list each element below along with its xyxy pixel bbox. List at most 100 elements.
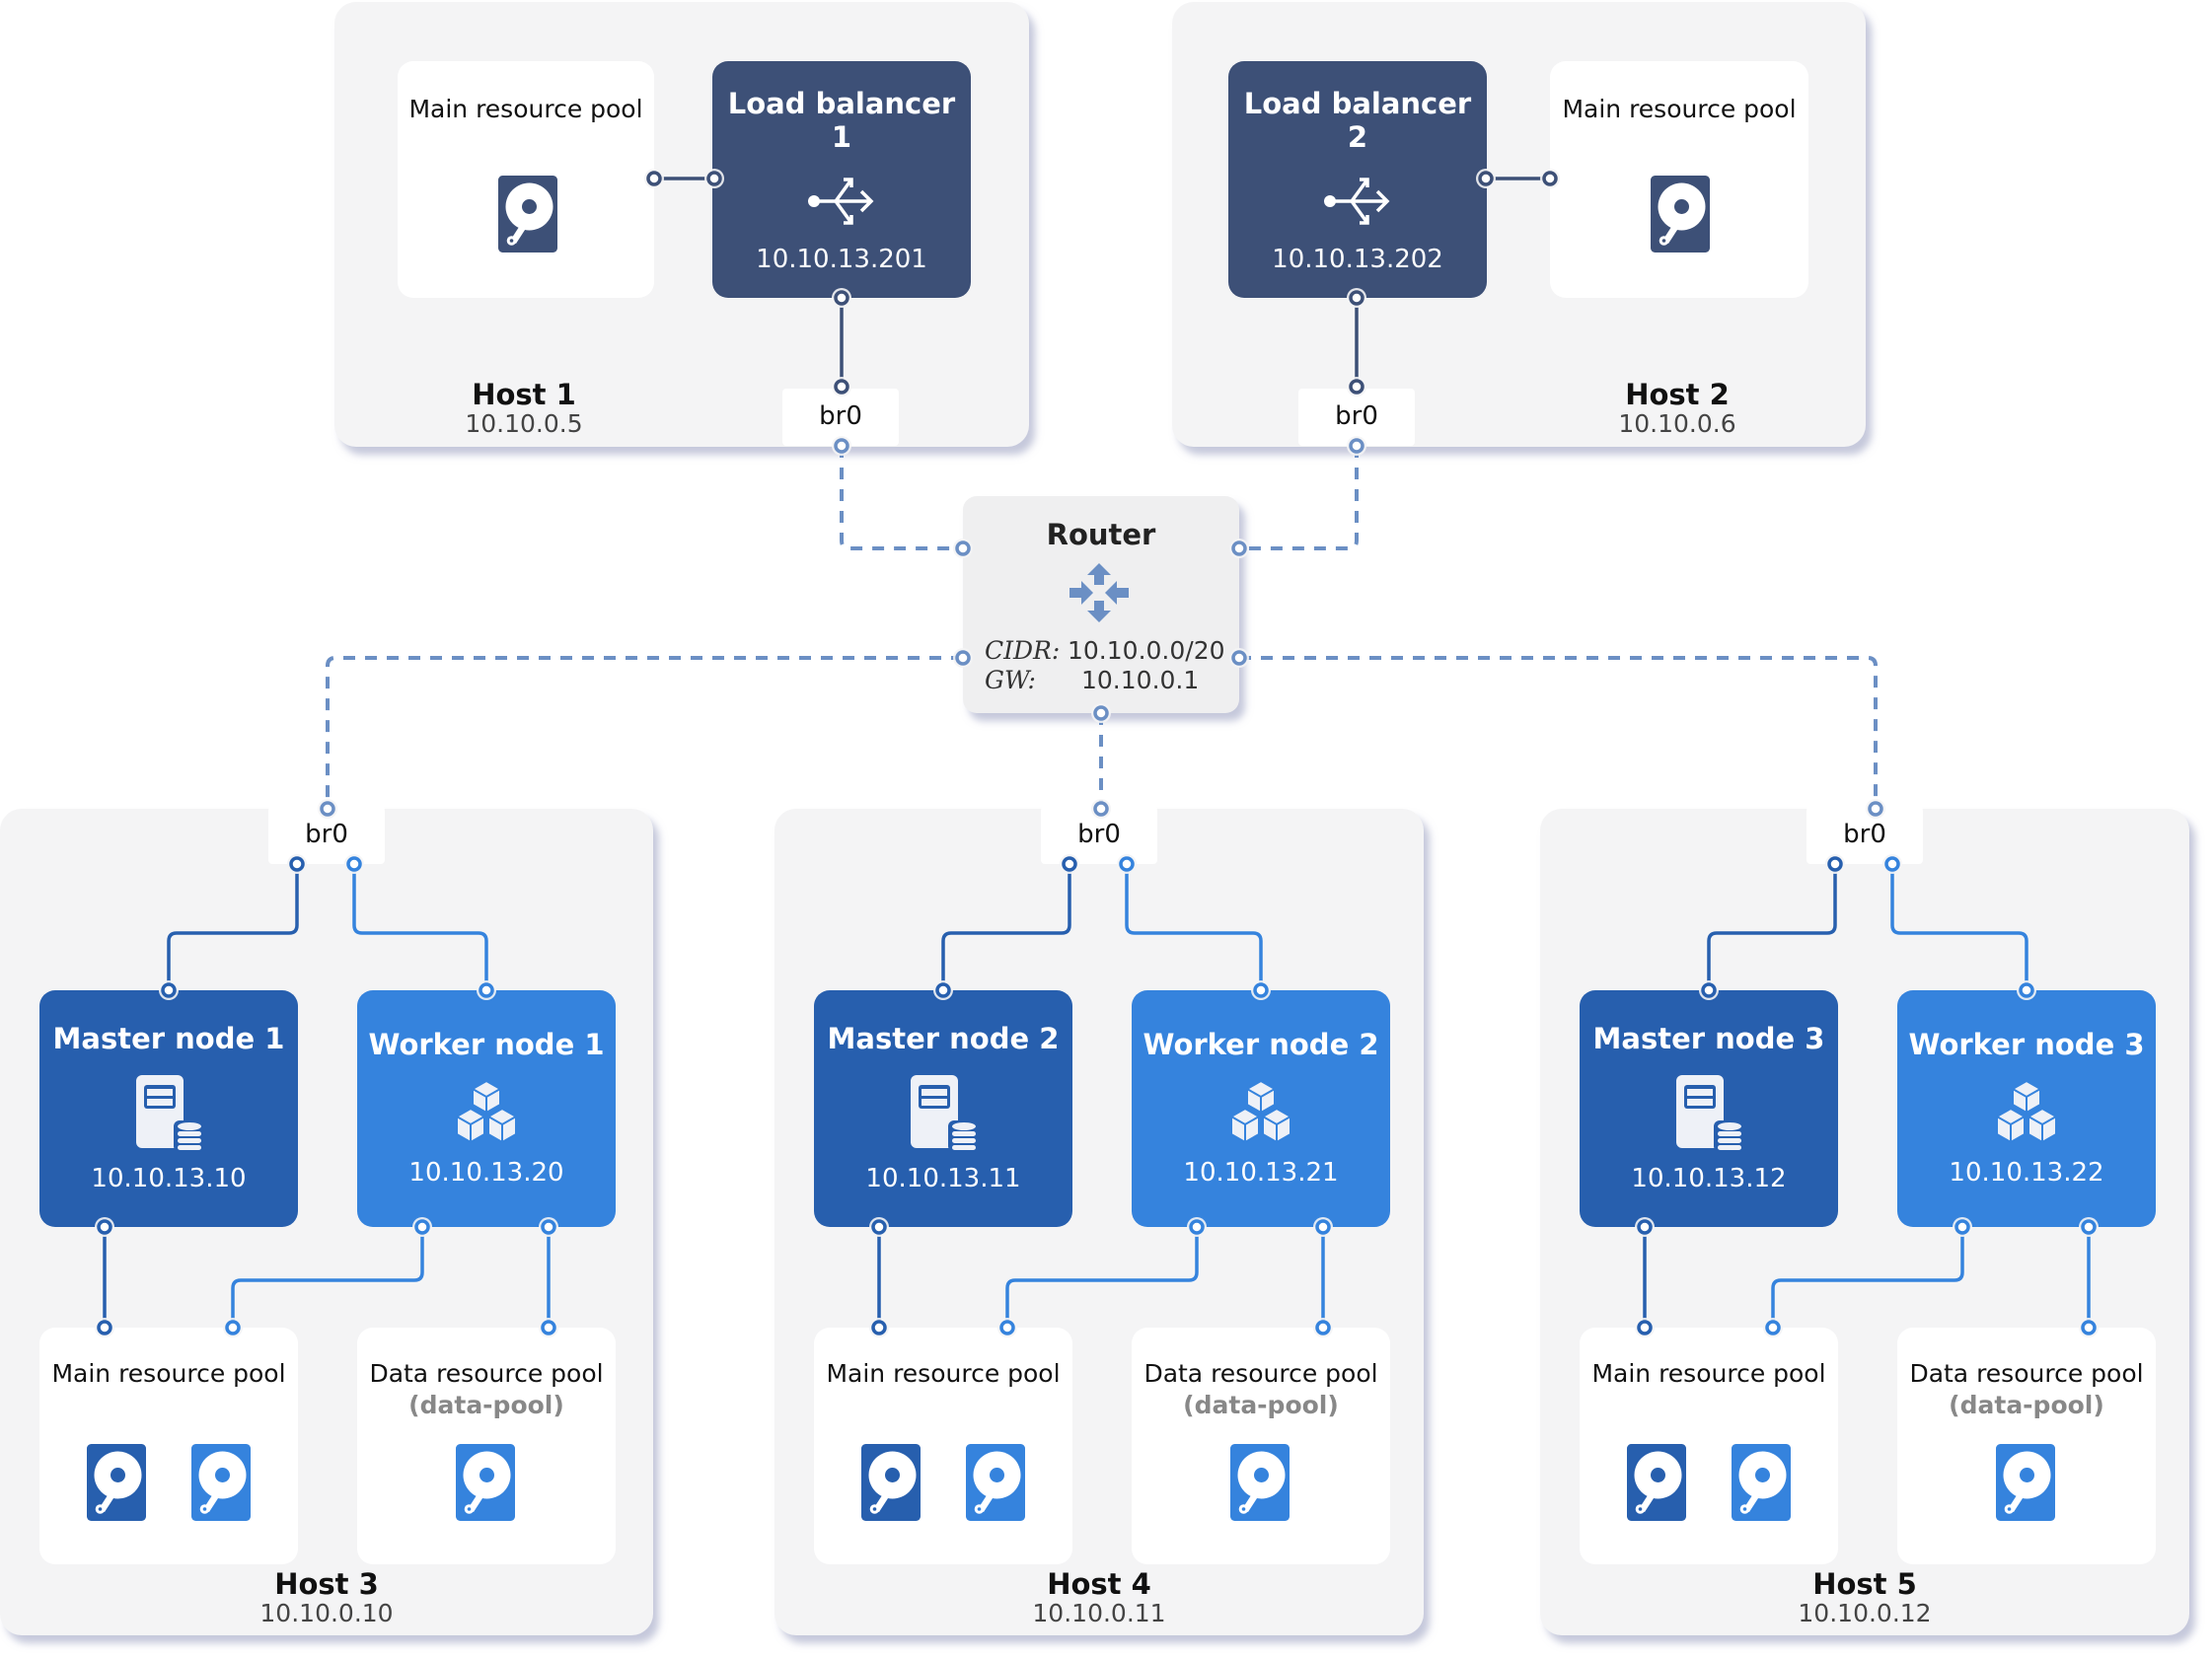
host-2: Load balancer 2 10.10.13.202 Main resour… (1172, 2, 1866, 447)
host-name: Host 3 (274, 1567, 379, 1601)
load-balancer-2[interactable]: Load balancer 2 10.10.13.202 (1228, 61, 1487, 298)
host-ip: 10.10.0.6 (1618, 409, 1736, 438)
hard-disk-icon (1996, 1444, 2055, 1525)
cubes-icon (1989, 1079, 2064, 1148)
hard-disk-icon (861, 1444, 921, 1525)
host-ip: 10.10.0.5 (465, 409, 583, 438)
pool-label: Data resource pool (369, 1359, 604, 1388)
pool-label: Data resource pool (1143, 1359, 1378, 1388)
worker-node[interactable]: Worker node 1 10.10.13.20 (357, 990, 616, 1227)
worker-node-ip: 10.10.13.20 (408, 1158, 564, 1188)
hard-disk-icon (498, 176, 557, 252)
main-resource-pool[interactable]: Main resource pool (1550, 61, 1808, 298)
worker-node[interactable]: Worker node 3 10.10.13.22 (1897, 990, 2156, 1227)
worker-node[interactable]: Worker node 2 10.10.13.21 (1132, 990, 1390, 1227)
router-link-host1 (840, 446, 963, 550)
host-3: br0 Master node 1 10.10.13.10 Worker nod… (0, 807, 653, 1635)
hard-disk-icon (1651, 176, 1710, 252)
hard-disk-icon (191, 1444, 251, 1525)
server-database-icon (1672, 1073, 1745, 1156)
cidr-value: 10.10.0.0/20 (1068, 636, 1225, 665)
router[interactable]: Router CIDR: 10.10.0.0/20 GW: 10.10.0.1 (963, 496, 1239, 713)
master-node-ip: 10.10.13.12 (1631, 1164, 1787, 1193)
master-node[interactable]: Master node 2 10.10.13.11 (814, 990, 1072, 1227)
hard-disk-icon (1627, 1444, 1686, 1525)
host-label: Host 3 10.10.0.10 (208, 1568, 445, 1627)
hard-disk-icon (1230, 1444, 1290, 1525)
bridge-br0[interactable]: br0 (268, 807, 385, 864)
data-resource-pool[interactable]: Data resource pool (data-pool) (357, 1328, 616, 1564)
main-resource-pool[interactable]: Main resource pool (398, 61, 654, 298)
host-label: Host 5 10.10.0.12 (1746, 1568, 1983, 1627)
load-balancer-label: Load balancer (1243, 87, 1472, 120)
pool-label: Main resource pool (51, 1359, 286, 1388)
master-node-ip: 10.10.13.10 (91, 1164, 247, 1193)
load-balancer-number: 1 (831, 120, 852, 154)
cidr-label: CIDR: (985, 636, 1061, 665)
router-link-host5 (1239, 656, 1878, 809)
load-balancer-label: Load balancer (727, 87, 956, 120)
worker-node-label: Worker node 2 (1143, 1028, 1379, 1061)
worker-node-label: Worker node 1 (368, 1028, 605, 1061)
bridge-br0[interactable]: br0 (1806, 807, 1923, 864)
host-name: Host 5 (1812, 1567, 1917, 1601)
server-database-icon (907, 1073, 980, 1156)
host-label: Host 4 10.10.0.11 (981, 1568, 1217, 1627)
router-link-host2 (1239, 446, 1359, 550)
worker-node-label: Worker node 3 (1908, 1028, 2145, 1061)
pool-sublabel: (data-pool) (1183, 1391, 1339, 1419)
host-1: Main resource pool Load balancer 1 10.10… (334, 2, 1029, 447)
cubes-icon (449, 1079, 524, 1148)
host-name: Host 1 (472, 378, 576, 411)
host-ip: 10.10.0.10 (259, 1599, 394, 1627)
data-resource-pool[interactable]: Data resource pool (data-pool) (1132, 1328, 1390, 1564)
bridge-br0[interactable]: br0 (1298, 389, 1415, 446)
hard-disk-icon (87, 1444, 146, 1525)
gw-value: 10.10.0.1 (1081, 666, 1200, 694)
server-database-icon (132, 1073, 205, 1156)
pool-label: Main resource pool (1562, 95, 1797, 123)
bridge-br0[interactable]: br0 (1041, 807, 1157, 864)
host-ip: 10.10.0.12 (1798, 1599, 1932, 1627)
bridge-br0[interactable]: br0 (782, 389, 899, 446)
master-node[interactable]: Master node 1 10.10.13.10 (39, 990, 298, 1227)
master-node-label: Master node 1 (52, 1022, 285, 1055)
master-node-ip: 10.10.13.11 (865, 1164, 1021, 1193)
hard-disk-icon (1732, 1444, 1791, 1525)
pool-label: Data resource pool (1909, 1359, 2144, 1388)
router-link-host3 (326, 656, 963, 809)
hard-disk-icon (966, 1444, 1025, 1525)
host-name: Host 2 (1625, 378, 1730, 411)
main-resource-pool[interactable]: Main resource pool (1580, 1328, 1838, 1564)
router-title: Router (1046, 518, 1156, 551)
pool-label: Main resource pool (826, 1359, 1061, 1388)
hard-disk-icon (456, 1444, 515, 1525)
pool-label: Main resource pool (1591, 1359, 1826, 1388)
router-info: CIDR: 10.10.0.0/20 GW: 10.10.0.1 (985, 636, 1225, 695)
host-label: Host 2 10.10.0.6 (1559, 379, 1796, 438)
host-name: Host 4 (1047, 1567, 1151, 1601)
main-resource-pool[interactable]: Main resource pool (814, 1328, 1072, 1564)
pool-sublabel: (data-pool) (408, 1391, 564, 1419)
load-balancer-icon (1324, 178, 1390, 225)
master-node[interactable]: Master node 3 10.10.13.12 (1580, 990, 1838, 1227)
main-resource-pool[interactable]: Main resource pool (39, 1328, 298, 1564)
data-resource-pool[interactable]: Data resource pool (data-pool) (1897, 1328, 2156, 1564)
load-balancer-1[interactable]: Load balancer 1 10.10.13.201 (712, 61, 971, 298)
router-arrows-icon (1069, 563, 1129, 622)
host-label: Host 1 10.10.0.5 (406, 379, 642, 438)
cubes-icon (1223, 1079, 1298, 1148)
load-balancer-icon (808, 178, 874, 225)
master-node-label: Master node 3 (1592, 1022, 1825, 1055)
load-balancer-ip: 10.10.13.202 (1272, 245, 1443, 274)
pool-label: Main resource pool (408, 95, 643, 123)
host-5: br0 Master node 3 10.10.13.12 Worker nod… (1540, 807, 2189, 1635)
host-ip: 10.10.0.11 (1032, 1599, 1166, 1627)
worker-node-ip: 10.10.13.21 (1183, 1158, 1339, 1188)
host-4: br0 Master node 2 10.10.13.11 Worker nod… (774, 807, 1424, 1635)
pool-sublabel: (data-pool) (1949, 1391, 2104, 1419)
gw-label: GW: (985, 666, 1036, 694)
worker-node-ip: 10.10.13.22 (1949, 1158, 2104, 1188)
master-node-label: Master node 2 (827, 1022, 1060, 1055)
load-balancer-number: 2 (1347, 120, 1368, 154)
